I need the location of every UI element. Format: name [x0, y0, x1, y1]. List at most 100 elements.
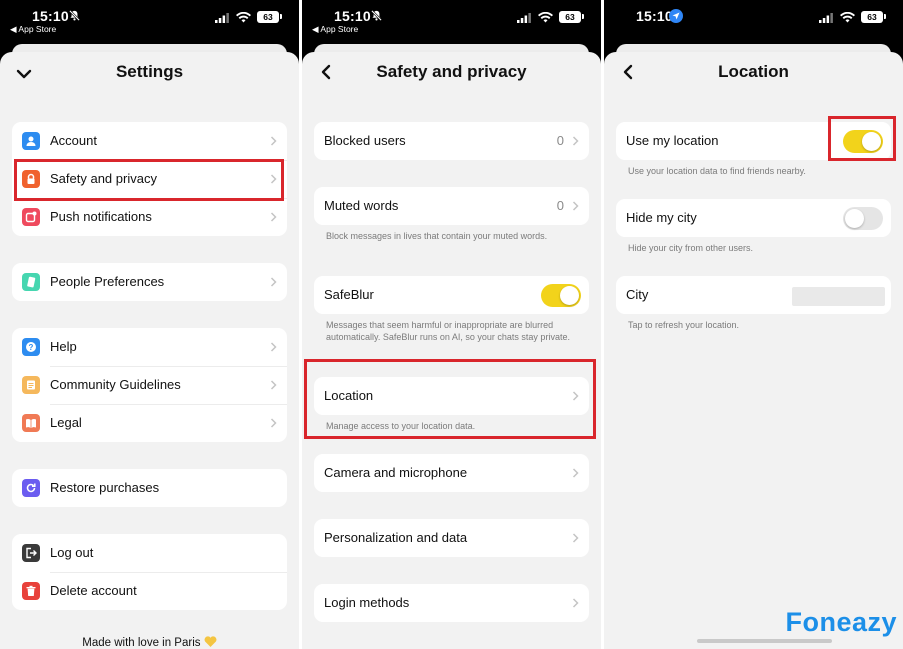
chevron-right-icon: [270, 418, 277, 428]
footer-credit: Made with love in Paris: [0, 636, 299, 649]
battery-tip: [884, 14, 886, 19]
settings-item-log-out[interactable]: Log out: [12, 534, 287, 572]
settings-item-restore-purchases[interactable]: Restore purchases: [12, 469, 287, 507]
login-methods-item[interactable]: Login methods: [314, 584, 589, 622]
safety-sheet: Safety and privacy Blocked users 0 Muted…: [302, 52, 601, 649]
card-icon: [22, 273, 40, 291]
chevron-right-icon: [270, 342, 277, 352]
blocked-users-label: Blocked users: [324, 133, 406, 148]
settings-item-push-notifications[interactable]: Push notifications: [12, 198, 287, 236]
toggle-knob: [845, 209, 864, 228]
login-methods-card: Login methods: [314, 584, 589, 622]
settings-item-label: Push notifications: [50, 209, 152, 224]
settings-item-help[interactable]: ? Help: [12, 328, 287, 366]
settings-group-people: People Preferences: [12, 263, 287, 301]
location-arrow-icon: [669, 9, 683, 23]
hide-city-card: Hide my city: [616, 199, 891, 237]
city-value-field[interactable]: [792, 287, 885, 306]
chevron-right-icon: [572, 136, 579, 146]
safeblur-item: SafeBlur: [314, 276, 589, 314]
toggle-knob: [560, 286, 579, 305]
hide-my-city-label: Hide my city: [626, 210, 697, 225]
battery-icon: 63: [559, 11, 581, 23]
svg-text:?: ?: [29, 343, 34, 352]
personalization-data-item[interactable]: Personalization and data: [314, 519, 589, 557]
settings-item-legal[interactable]: Legal: [12, 404, 287, 442]
status-time: 15:10: [636, 8, 673, 24]
cellular-signal-icon: [215, 13, 229, 23]
highlight-box: [304, 359, 596, 439]
chevron-right-icon: [270, 212, 277, 222]
use-my-location-note: Use your location data to find friends n…: [628, 166, 806, 176]
blocked-users-item[interactable]: Blocked users 0: [314, 122, 589, 160]
use-my-location-label: Use my location: [626, 133, 719, 148]
chevron-right-icon: [270, 380, 277, 390]
wifi-icon: [840, 12, 855, 23]
logout-icon: [22, 544, 40, 562]
safeblur-toggle[interactable]: [541, 284, 581, 307]
person-icon: [22, 132, 40, 150]
camera-microphone-card: Camera and microphone: [314, 454, 589, 492]
safeblur-card: SafeBlur: [314, 276, 589, 314]
battery-tip: [280, 14, 282, 19]
back-to-app-store-link[interactable]: ◀ App Store: [10, 24, 56, 35]
city-note: Tap to refresh your location.: [628, 320, 740, 330]
battery-icon: 63: [861, 11, 883, 23]
heart-icon: [204, 636, 217, 647]
hide-my-city-toggle[interactable]: [843, 207, 883, 230]
settings-screen: 15:10 ◀ App Store 63 Settings Account Sa…: [0, 0, 299, 649]
hide-my-city-item: Hide my city: [616, 199, 891, 237]
settings-group-help: ? Help Community Guidelines Legal: [12, 328, 287, 442]
question-icon: ?: [22, 338, 40, 356]
settings-group-purchases: Restore purchases: [12, 469, 287, 507]
cellular-signal-icon: [819, 13, 833, 23]
settings-item-label: Legal: [50, 415, 82, 430]
battery-icon: 63: [257, 11, 279, 23]
book-icon: [22, 414, 40, 432]
muted-words-note: Block messages in lives that contain you…: [326, 231, 548, 241]
back-to-app-store-link[interactable]: ◀ App Store: [312, 24, 358, 35]
safeblur-label: SafeBlur: [324, 287, 374, 302]
page-title: Settings: [115, 62, 184, 81]
location-screen: 15:10 63 Location Use my location Use yo…: [604, 0, 903, 649]
muted-words-count: 0: [556, 198, 564, 213]
status-time: 15:10: [334, 8, 371, 24]
blocked-users-count: 0: [556, 133, 564, 148]
safety-privacy-screen: 15:10 ◀ App Store 63 Safety and privacy …: [302, 0, 601, 649]
list-icon: [22, 376, 40, 394]
chevron-right-icon: [572, 468, 579, 478]
settings-item-people-preferences[interactable]: People Preferences: [12, 263, 287, 301]
settings-item-account[interactable]: Account: [12, 122, 287, 160]
chevron-right-icon: [572, 598, 579, 608]
city-card: City: [616, 276, 891, 314]
wifi-icon: [538, 12, 553, 23]
settings-item-delete-account[interactable]: Delete account: [12, 572, 287, 610]
battery-tip: [582, 14, 584, 19]
home-indicator[interactable]: [697, 639, 832, 643]
settings-group-account-actions: Log out Delete account: [12, 534, 287, 610]
settings-item-label: People Preferences: [50, 274, 165, 289]
settings-item-community-guidelines[interactable]: Community Guidelines: [12, 366, 287, 404]
personalization-card: Personalization and data: [314, 519, 589, 557]
settings-item-label: Delete account: [50, 583, 137, 598]
muted-words-card: Muted words 0: [314, 187, 589, 225]
highlight-box: [14, 159, 284, 201]
safeblur-note: Messages that seem harmful or inappropri…: [326, 320, 570, 342]
city-item[interactable]: City: [616, 276, 891, 314]
bell-off-icon: [371, 10, 382, 21]
settings-item-label: Log out: [50, 545, 94, 560]
chevron-right-icon: [270, 277, 277, 287]
muted-words-label: Muted words: [324, 198, 399, 213]
status-bar: 15:10 ◀ App Store 63: [302, 0, 601, 40]
status-time: 15:10: [32, 8, 69, 24]
muted-words-item[interactable]: Muted words 0: [314, 187, 589, 225]
chevron-right-icon: [572, 201, 579, 211]
camera-microphone-item[interactable]: Camera and microphone: [314, 454, 589, 492]
bell-off-icon: [69, 10, 80, 21]
status-bar: 15:10 63: [604, 0, 903, 40]
settings-item-label: Account: [50, 133, 97, 148]
chevron-right-icon: [572, 533, 579, 543]
chevron-right-icon: [270, 136, 277, 146]
highlight-box: [828, 116, 896, 161]
settings-sheet: Settings Account Safety and privacy Push…: [0, 52, 299, 649]
